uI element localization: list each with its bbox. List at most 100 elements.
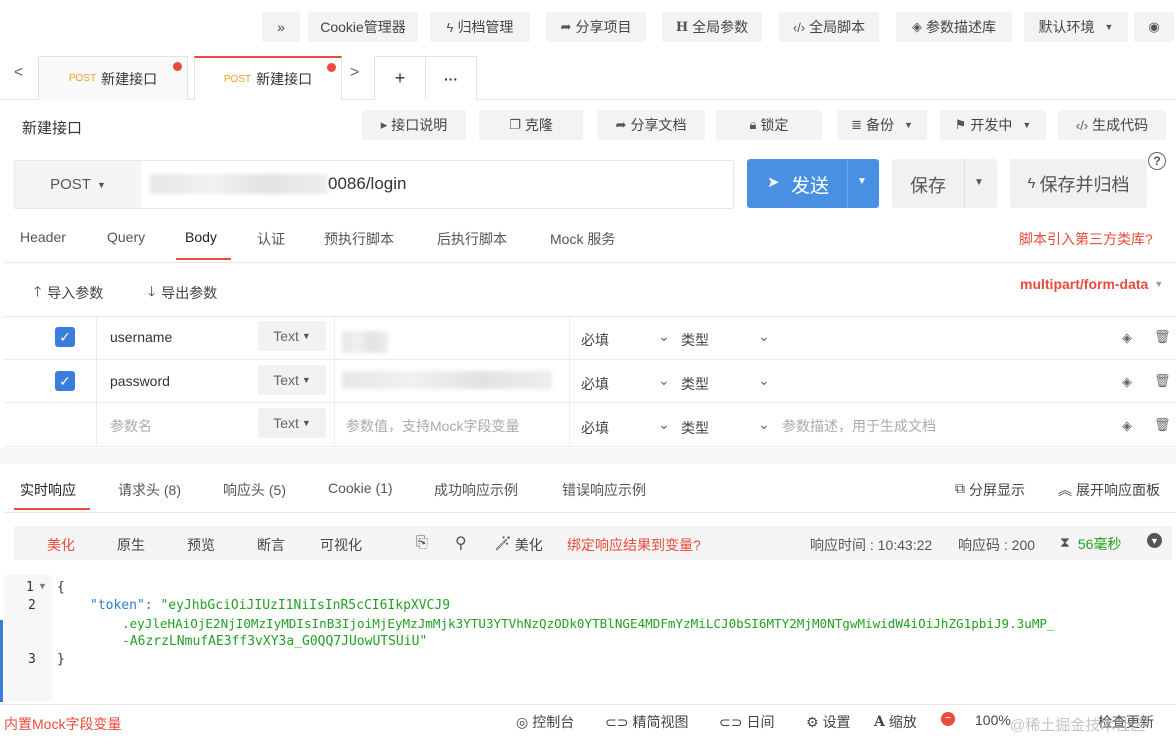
chevron-down-icon[interactable]: ⌄ <box>658 328 670 345</box>
request-name[interactable]: 新建接口 <box>22 117 82 138</box>
more-tools-button[interactable]: » <box>262 12 300 42</box>
param-row-new: 参数名 Text ▼ 参数值，支持Mock字段变量 必填 ⌄ 类型 ⌄ 参数描述，… <box>4 403 1176 447</box>
compact-view-toggle[interactable]: ⊂⊃ 精简视图 <box>605 712 688 732</box>
param-enabled-checkbox[interactable]: ✓ <box>55 371 75 391</box>
view-assert[interactable]: 断言 <box>257 535 285 555</box>
lock-button[interactable]: 🔒︎ 锁定 <box>716 110 822 140</box>
fold-caret-icon[interactable]: ▼ <box>38 581 47 591</box>
tab-cookie[interactable]: Cookie (1) <box>328 480 393 496</box>
content-type-select[interactable]: multipart/form-data ▼ <box>1020 276 1163 292</box>
request-tab[interactable]: POST 新建接口 <box>38 56 188 100</box>
view-raw[interactable]: 原生 <box>117 535 145 555</box>
required-select[interactable]: 必填 <box>581 330 609 350</box>
save-archive-button[interactable]: ϟ 保存并归档 <box>1010 159 1147 208</box>
clone-button[interactable]: ❐ 克隆 <box>479 110 583 140</box>
chevron-down-icon[interactable]: ⌄ <box>658 372 670 389</box>
gen-code-button[interactable]: ‹/› 生成代码 <box>1058 110 1166 140</box>
method-select[interactable]: POST ▼ <box>15 161 141 208</box>
cube-icon[interactable]: ◈ <box>1122 418 1132 434</box>
global-params-button[interactable]: H 全局参数 <box>662 12 762 42</box>
tab-next-icon[interactable]: > <box>350 64 359 82</box>
zoom-out-button[interactable]: − <box>941 712 955 726</box>
download-icon[interactable]: ▼ <box>1147 533 1162 548</box>
toggle-icon: ⊂⊃ <box>605 713 629 730</box>
copy-icon[interactable]: ⎘ <box>416 534 428 551</box>
tab-pre-script[interactable]: 预执行脚本 <box>324 229 394 249</box>
view-toggle-button[interactable]: ◉ <box>1134 12 1174 42</box>
expand-panel-button[interactable]: ︽ 展开响应面板 <box>1058 480 1160 500</box>
param-type-select[interactable]: Text ▼ <box>258 365 326 395</box>
trash-icon[interactable]: 🗑︎ <box>1154 329 1171 345</box>
environment-select[interactable]: 默认环境 ▼ <box>1024 12 1128 42</box>
tab-body[interactable]: Body <box>185 229 217 245</box>
tab-auth[interactable]: 认证 <box>257 229 285 249</box>
request-tab-active[interactable]: POST 新建接口 <box>194 56 342 100</box>
share-icon: ➦ <box>560 19 572 34</box>
tab-success-example[interactable]: 成功响应示例 <box>434 480 518 500</box>
save-caret-icon[interactable]: ▼ <box>974 177 984 188</box>
param-name-input[interactable]: 参数名 <box>110 416 152 436</box>
tab-post-script[interactable]: 后执行脚本 <box>437 229 507 249</box>
param-library-button[interactable]: ◈ 参数描述库 <box>896 12 1012 42</box>
chevron-down-icon[interactable]: ⌄ <box>758 328 770 345</box>
code-line: .eyJleHAiOjE2NjI0MzIyMDIsInB3IjoiMjEyMzJ… <box>122 616 1055 631</box>
zoom-button[interactable]: A 缩放 <box>874 712 917 732</box>
global-scripts-button[interactable]: ‹/› 全局脚本 <box>779 12 879 42</box>
view-preview[interactable]: 预览 <box>187 535 215 555</box>
export-params-button[interactable]: 🡓 导出参数 <box>148 281 217 305</box>
bind-vars-link[interactable]: 绑定响应结果到变量? <box>567 535 701 555</box>
param-value-input[interactable]: 参数值，支持Mock字段变量 <box>346 416 519 436</box>
help-icon[interactable]: ? <box>1148 152 1166 170</box>
send-button[interactable]: ➤ 发送 ▼ <box>747 159 879 208</box>
param-type-select[interactable]: Text ▼ <box>258 321 326 351</box>
import-params-button[interactable]: 🡑 导入参数 <box>34 281 103 305</box>
chevron-down-icon[interactable]: ⌄ <box>658 416 670 433</box>
split-view-button[interactable]: ⧉ 分屏显示 <box>955 480 1025 500</box>
cube-icon[interactable]: ◈ <box>1122 330 1132 346</box>
trash-icon[interactable]: 🗑︎ <box>1154 417 1171 433</box>
tab-live-response[interactable]: 实时响应 <box>20 480 76 500</box>
url-input[interactable]: 0086/login <box>328 174 406 194</box>
kind-select[interactable]: 类型 <box>681 330 709 350</box>
console-button[interactable]: ◎ 控制台 <box>516 712 574 732</box>
view-beautify[interactable]: 美化 <box>47 535 75 555</box>
kind-select[interactable]: 类型 <box>681 374 709 394</box>
chevron-down-icon[interactable]: ⌄ <box>758 416 770 433</box>
trash-icon[interactable]: 🗑︎ <box>1154 373 1171 389</box>
day-mode-toggle[interactable]: ⊂⊃ 日间 <box>719 712 774 732</box>
send-caret-icon[interactable]: ▼ <box>857 176 867 187</box>
share-doc-button[interactable]: ➦ 分享文档 <box>597 110 705 140</box>
share-project-button[interactable]: ➦ 分享项目 <box>546 12 646 42</box>
save-button[interactable]: 保存 ▼ <box>892 159 997 208</box>
tab-query[interactable]: Query <box>107 229 145 245</box>
backup-button[interactable]: ≣ 备份 ▼ <box>837 110 927 140</box>
required-select[interactable]: 必填 <box>581 374 609 394</box>
tab-error-example[interactable]: 错误响应示例 <box>562 480 646 500</box>
param-name[interactable]: password <box>110 373 170 389</box>
param-type-select[interactable]: Text ▼ <box>258 408 326 438</box>
cookie-manager-button[interactable]: Cookie管理器 <box>308 12 418 42</box>
api-doc-button[interactable]: ▸ 接口说明 <box>362 110 466 140</box>
archive-manager-button[interactable]: ϟ 归档管理 <box>430 12 530 42</box>
cube-icon[interactable]: ◈ <box>1122 374 1132 390</box>
kind-select[interactable]: 类型 <box>681 418 709 438</box>
third-party-lib-link[interactable]: 脚本引入第三方类库? <box>1019 229 1153 249</box>
tab-request-headers[interactable]: 请求头 (8) <box>118 480 181 500</box>
beautify-button[interactable]: 🪄︎ 美化 <box>494 535 543 555</box>
param-name[interactable]: username <box>110 329 172 345</box>
view-visualize[interactable]: 可视化 <box>320 535 362 555</box>
tab-response-headers[interactable]: 响应头 (5) <box>223 480 286 500</box>
tab-header[interactable]: Header <box>20 229 66 245</box>
tab-mock-service[interactable]: Mock 服务 <box>550 229 615 249</box>
mock-vars-link[interactable]: 内置Mock字段变量 <box>4 714 121 734</box>
settings-button[interactable]: ⚙ 设置 <box>806 712 851 732</box>
param-desc-input[interactable]: 参数描述，用于生成文档 <box>782 416 936 436</box>
dev-status-select[interactable]: ⚑ 开发中 ▼ <box>940 110 1046 140</box>
chevron-down-icon[interactable]: ⌄ <box>758 372 770 389</box>
tab-more-button[interactable]: ··· <box>425 56 477 100</box>
add-tab-button[interactable]: + <box>374 56 426 100</box>
param-enabled-checkbox[interactable]: ✓ <box>55 327 75 347</box>
required-select[interactable]: 必填 <box>581 418 609 438</box>
tab-prev-icon[interactable]: < <box>14 64 23 82</box>
search-icon[interactable]: ⚲ <box>455 533 467 553</box>
